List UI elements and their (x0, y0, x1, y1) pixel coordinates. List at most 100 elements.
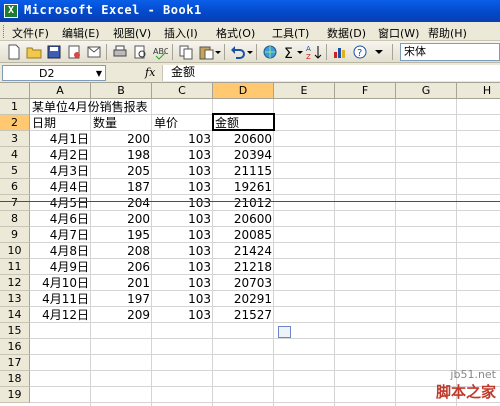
column-header-g[interactable]: G (396, 83, 457, 99)
menu-window[interactable]: 窗口(W) (378, 25, 419, 41)
help-icon[interactable]: ? (352, 44, 368, 60)
table-cell[interactable]: 4月10日 (30, 275, 91, 291)
table-cell[interactable]: 4月4日 (30, 179, 91, 195)
paste-icon[interactable] (198, 44, 214, 60)
table-cell[interactable]: 103 (152, 195, 213, 211)
table-cell[interactable]: 103 (152, 211, 213, 227)
table-cell[interactable]: 103 (152, 147, 213, 163)
table-cell[interactable]: 204 (91, 195, 152, 211)
table-cell[interactable]: 20600 (213, 211, 274, 227)
insert-function-icon[interactable]: fx (145, 66, 155, 79)
formula-input[interactable]: 金额 (162, 65, 500, 81)
menu-data[interactable]: 数据(D) (327, 25, 366, 41)
header-cell[interactable]: 数量 (91, 115, 152, 131)
print-icon[interactable] (112, 44, 128, 60)
table-cell[interactable]: 20703 (213, 275, 274, 291)
table-cell[interactable]: 201 (91, 275, 152, 291)
menu-insert[interactable]: 插入(I) (164, 25, 198, 41)
spelling-icon[interactable]: ABC (152, 44, 168, 60)
copy-icon[interactable] (178, 44, 194, 60)
font-name-box[interactable]: 宋体 (400, 43, 500, 61)
table-cell[interactable]: 103 (152, 163, 213, 179)
menu-file[interactable]: 文件(F) (12, 25, 49, 41)
hyperlink-icon[interactable] (262, 44, 278, 60)
table-cell[interactable]: 103 (152, 227, 213, 243)
table-cell[interactable]: 4月6日 (30, 211, 91, 227)
select-all-button[interactable] (0, 83, 30, 99)
dropdown-arrow-icon[interactable] (296, 44, 304, 60)
column-header-h[interactable]: H (457, 83, 500, 99)
dropdown-arrow-icon[interactable] (246, 44, 254, 60)
sort-ascending-icon[interactable]: AZ (306, 44, 322, 60)
excel-app-icon[interactable]: X (4, 4, 18, 18)
table-cell[interactable]: 21218 (213, 259, 274, 275)
new-document-icon[interactable] (6, 44, 22, 60)
column-header-c[interactable]: C (152, 83, 213, 99)
column-header-b[interactable]: B (91, 83, 152, 99)
table-cell[interactable]: 209 (91, 307, 152, 323)
table-cell[interactable]: 200 (91, 211, 152, 227)
row-header-7[interactable]: 7 (0, 195, 30, 211)
table-cell[interactable]: 206 (91, 259, 152, 275)
row-header-2[interactable]: 2 (0, 115, 30, 131)
name-box-dropdown-icon[interactable]: ▼ (96, 69, 102, 78)
worksheet-grid[interactable]: ABCDEFGH 1 2 3 4 5 6 7 8 9 10 11 12 13 14 15 16 17 18 19 某… (0, 83, 500, 406)
row-header-8[interactable]: 8 (0, 211, 30, 227)
table-cell[interactable]: 103 (152, 259, 213, 275)
column-header-f[interactable]: F (335, 83, 396, 99)
table-cell[interactable]: 20085 (213, 227, 274, 243)
toolbar-options-icon[interactable] (372, 44, 386, 60)
menu-tools[interactable]: 工具(T) (272, 25, 309, 41)
table-cell[interactable]: 4月2日 (30, 147, 91, 163)
row-header-17[interactable]: 17 (0, 355, 30, 371)
column-header-d[interactable]: D (213, 83, 274, 99)
cell-a1-report-title[interactable]: 某单位4月份销售报表 (30, 99, 210, 115)
table-cell[interactable]: 4月8日 (30, 243, 91, 259)
table-cell[interactable]: 103 (152, 131, 213, 147)
column-header-a[interactable]: A (30, 83, 91, 99)
row-header-6[interactable]: 6 (0, 179, 30, 195)
table-cell[interactable]: 187 (91, 179, 152, 195)
table-cell[interactable]: 103 (152, 275, 213, 291)
table-cell[interactable]: 195 (91, 227, 152, 243)
table-cell[interactable]: 4月3日 (30, 163, 91, 179)
row-header-11[interactable]: 11 (0, 259, 30, 275)
row-header-12[interactable]: 12 (0, 275, 30, 291)
row-header-19[interactable]: 19 (0, 387, 30, 403)
table-cell[interactable]: 20291 (213, 291, 274, 307)
row-header-18[interactable]: 18 (0, 371, 30, 387)
row-header-5[interactable]: 5 (0, 163, 30, 179)
table-cell[interactable]: 4月5日 (30, 195, 91, 211)
row-header-13[interactable]: 13 (0, 291, 30, 307)
header-cell[interactable]: 日期 (30, 115, 91, 131)
table-cell[interactable]: 205 (91, 163, 152, 179)
table-cell[interactable]: 103 (152, 291, 213, 307)
table-cell[interactable]: 21424 (213, 243, 274, 259)
table-cell[interactable]: 4月9日 (30, 259, 91, 275)
table-cell[interactable]: 19261 (213, 179, 274, 195)
print-preview-icon[interactable] (132, 44, 148, 60)
paste-options-icon[interactable] (278, 326, 291, 338)
table-cell[interactable]: 20394 (213, 147, 274, 163)
table-cell[interactable]: 103 (152, 307, 213, 323)
menu-format[interactable]: 格式(O) (216, 25, 255, 41)
row-header-3[interactable]: 3 (0, 131, 30, 147)
table-cell[interactable]: 103 (152, 179, 213, 195)
dropdown-arrow-icon[interactable] (214, 44, 222, 60)
table-cell[interactable]: 208 (91, 243, 152, 259)
row-header-9[interactable]: 9 (0, 227, 30, 243)
header-cell[interactable]: 单价 (152, 115, 213, 131)
table-cell[interactable]: 197 (91, 291, 152, 307)
active-cell-border[interactable] (212, 113, 275, 131)
chart-wizard-icon[interactable] (332, 44, 348, 60)
save-icon[interactable] (46, 44, 62, 60)
row-header-14[interactable]: 14 (0, 307, 30, 323)
table-cell[interactable]: 21012 (213, 195, 274, 211)
table-cell[interactable]: 198 (91, 147, 152, 163)
table-cell[interactable]: 21527 (213, 307, 274, 323)
table-cell[interactable]: 103 (152, 243, 213, 259)
undo-icon[interactable] (230, 44, 246, 60)
table-cell[interactable]: 4月1日 (30, 131, 91, 147)
table-cell[interactable]: 4月7日 (30, 227, 91, 243)
row-header-10[interactable]: 10 (0, 243, 30, 259)
